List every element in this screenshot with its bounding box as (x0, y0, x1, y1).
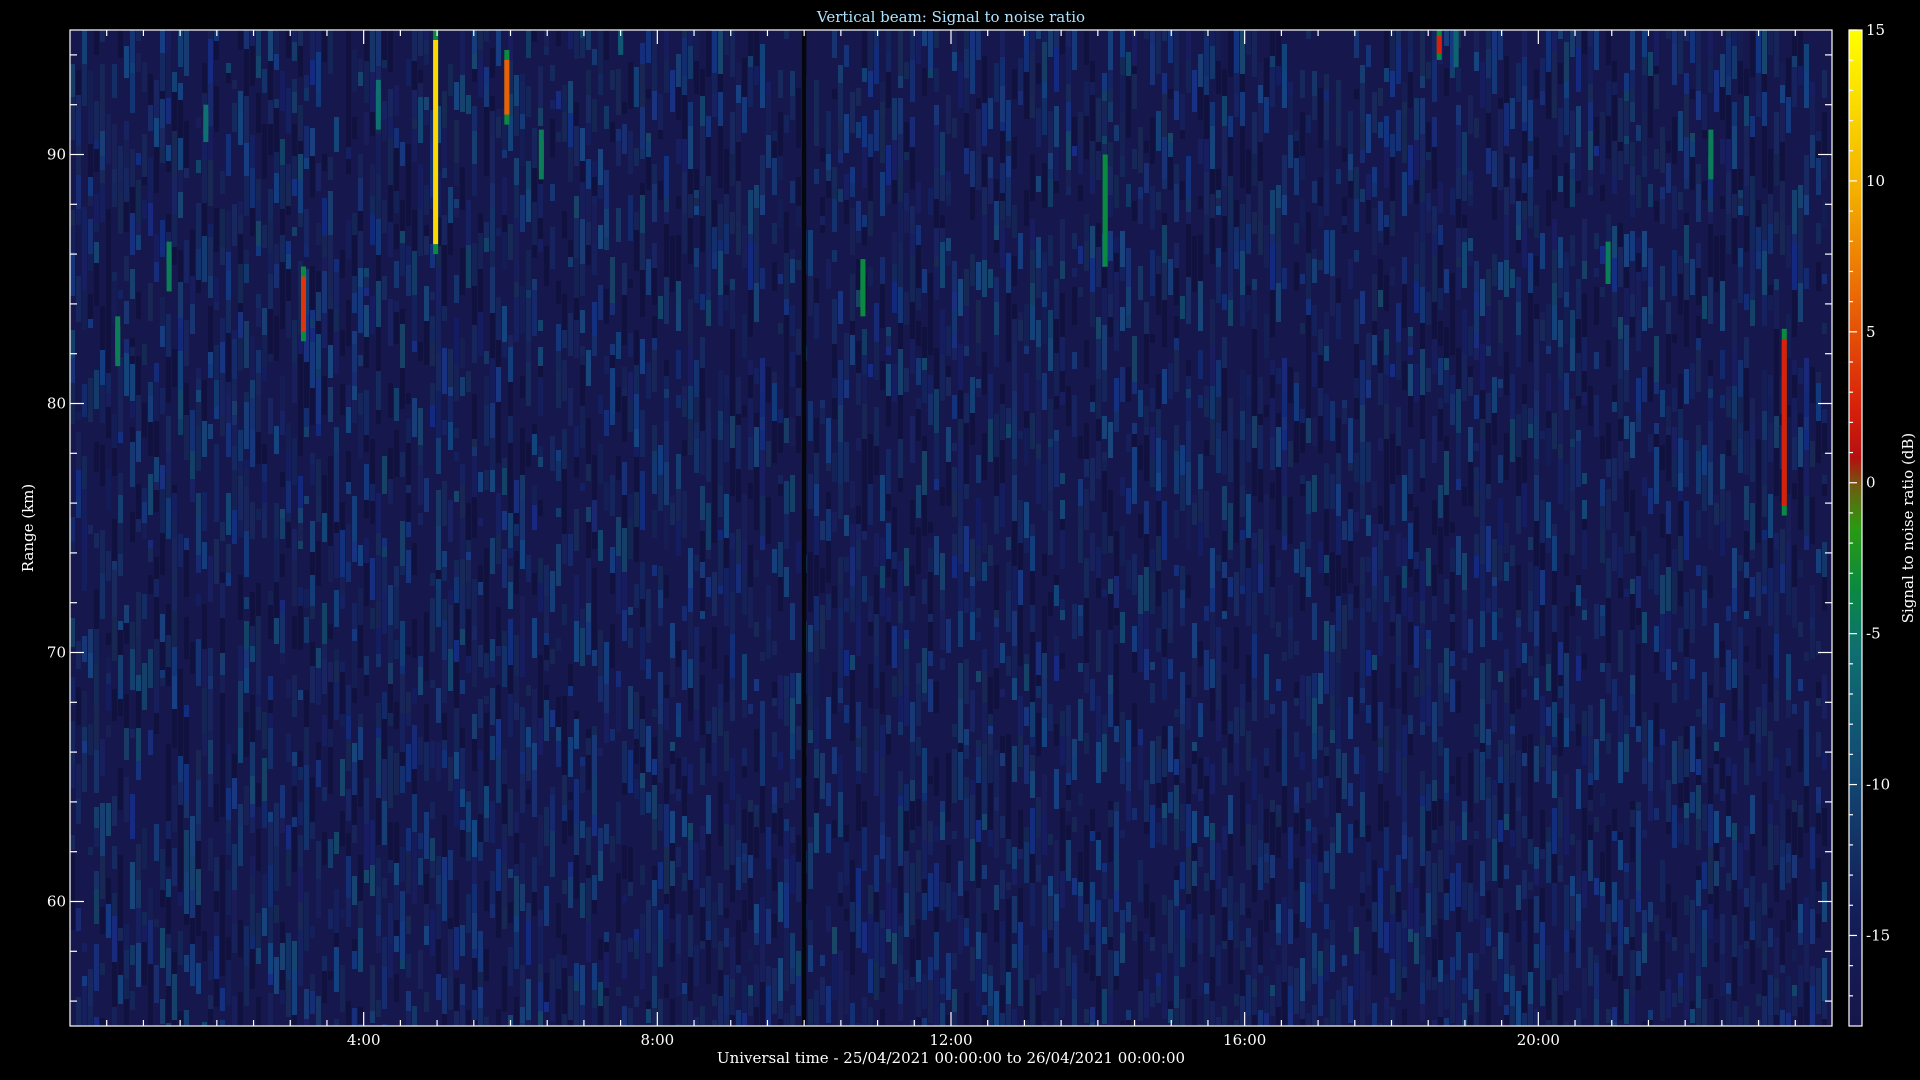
colorbar-tick-label: -15 (1866, 926, 1890, 944)
data-gap (801, 30, 807, 1026)
echo-mark (433, 30, 439, 255)
echo-mark (375, 79, 381, 130)
chart-title: Vertical beam: Signal to noise ratio (816, 8, 1085, 26)
colorbar-tick-label: -5 (1866, 625, 1881, 643)
colorbar-tick-label: 5 (1866, 323, 1876, 341)
echo-mark (1781, 328, 1787, 516)
echo-mark (115, 316, 121, 367)
y-tick-label: 60 (47, 893, 66, 911)
echo-mark (1708, 129, 1714, 180)
y-tick-label: 70 (47, 644, 66, 662)
echo-mark (1102, 154, 1108, 267)
echo-mark (538, 129, 544, 180)
snr-chart: Vertical beam: Signal to noise ratio 4:0… (19, 8, 1917, 1067)
x-tick-label: 12:00 (929, 1031, 972, 1049)
x-axis-label: Universal time - 25/04/2021 00:00:00 to … (717, 1049, 1185, 1067)
colorbar-label: Signal to noise ratio (dB) (1899, 433, 1917, 624)
colorbar-tick-label: -10 (1866, 776, 1890, 794)
x-tick-label: 4:00 (347, 1031, 381, 1049)
echo-mark (1453, 30, 1459, 68)
echo-mark (300, 266, 306, 342)
x-tick-label: 8:00 (640, 1031, 674, 1049)
colorbar-tick-label: 0 (1866, 474, 1876, 492)
x-tick-label: 16:00 (1223, 1031, 1266, 1049)
y-tick-label: 80 (47, 395, 66, 413)
colorbar-tick-label: 10 (1866, 172, 1885, 190)
echo-mark (504, 49, 510, 125)
y-axis-label: Range (km) (19, 484, 37, 573)
echo-mark (203, 104, 209, 143)
echo-mark (1605, 241, 1611, 284)
echo-mark (1436, 30, 1442, 60)
echo-mark (860, 259, 866, 317)
echo-mark (166, 241, 172, 292)
x-tick-label: 20:00 (1517, 1031, 1560, 1049)
y-tick-label: 90 (47, 146, 66, 164)
colorbar (1848, 29, 1863, 1027)
colorbar-tick-label: 15 (1866, 21, 1885, 39)
